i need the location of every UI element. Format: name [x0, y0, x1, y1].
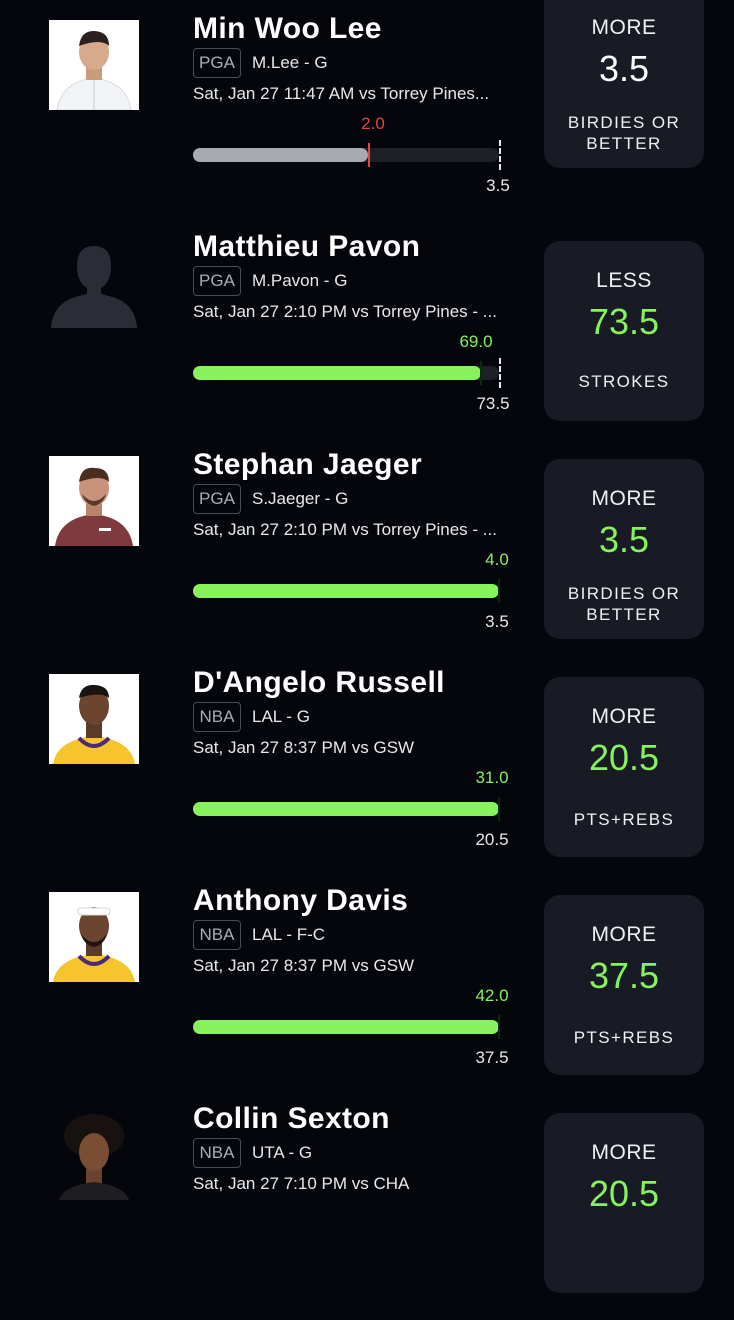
pick-line: 3.5	[598, 519, 650, 560]
progress-fill	[193, 366, 481, 380]
line-value: 37.5	[475, 1048, 509, 1067]
result-marker	[480, 361, 482, 385]
pick-line: 3.5	[598, 48, 650, 89]
pick-card[interactable]: MORE 3.5 BIRDIES OR BETTER	[544, 459, 704, 639]
pick-direction: MORE	[591, 923, 657, 946]
pick-stat: PTS+REBS	[573, 810, 675, 829]
pick-stat: STROKES	[578, 372, 670, 391]
line-value: 20.5	[475, 830, 509, 849]
team-position: LAL - G	[252, 707, 310, 726]
line-marker	[499, 358, 501, 388]
team-position: UTA - G	[252, 1143, 313, 1162]
result-value: 31.0	[475, 768, 509, 787]
game-info: Sat, Jan 27 2:10 PM vs Torrey Pines - ..…	[193, 520, 497, 539]
league-badge: PGA	[193, 48, 241, 78]
pick-stat: BIRDIES OR BETTER	[567, 113, 681, 153]
pick-row-matthieu-pavon[interactable]: Matthieu Pavon PGA M.Pavon - G Sat, Jan …	[0, 230, 734, 448]
league-badge: NBA	[193, 1138, 241, 1168]
pick-stat: BIRDIES OR BETTER	[567, 584, 681, 624]
result-marker	[368, 143, 370, 167]
progress-fill	[193, 1020, 499, 1034]
team-position: S.Jaeger - G	[252, 489, 349, 508]
pick-row-stephan-jaeger[interactable]: Stephan Jaeger PGA S.Jaeger - G Sat, Jan…	[0, 448, 734, 666]
game-info: Sat, Jan 27 11:47 AM vs Torrey Pines...	[193, 84, 490, 103]
pick-direction: MORE	[591, 1141, 657, 1164]
pick-row-min-woo-lee[interactable]: Min Woo Lee PGA M.Lee - G Sat, Jan 27 11…	[0, 0, 734, 230]
player-avatar	[49, 674, 139, 764]
result-marker	[498, 797, 500, 821]
player-avatar	[49, 1110, 139, 1200]
player-avatar	[49, 456, 139, 546]
line-value: 73.5	[476, 394, 510, 413]
pick-direction: MORE	[591, 487, 657, 510]
team-position: M.Lee - G	[252, 53, 328, 72]
line-value: 3.5	[486, 176, 510, 195]
progress-bar	[193, 148, 499, 162]
pick-row-dangelo-russell[interactable]: D'Angelo Russell NBA LAL - G Sat, Jan 27…	[0, 666, 734, 884]
line-value: 3.5	[485, 612, 509, 631]
game-info: Sat, Jan 27 2:10 PM vs Torrey Pines - ..…	[193, 302, 497, 321]
player-name: Collin Sexton	[193, 1102, 390, 1135]
player-name: Stephan Jaeger	[193, 448, 423, 481]
result-marker	[498, 1015, 500, 1039]
progress-bar	[193, 366, 499, 380]
game-info: Sat, Jan 27 8:37 PM vs GSW	[193, 956, 415, 975]
league-badge: PGA	[193, 484, 241, 514]
team-position: LAL - F-C	[252, 925, 326, 944]
pick-stat: PTS+REBS	[573, 1028, 675, 1047]
pick-line: 20.5	[588, 737, 660, 778]
pick-direction: MORE	[591, 16, 657, 39]
result-value: 2.0	[361, 114, 385, 133]
line-marker	[499, 140, 501, 170]
pick-line: 37.5	[588, 955, 660, 996]
result-value: 4.0	[485, 550, 509, 569]
progress-bar	[193, 584, 499, 598]
pick-line: 73.5	[588, 301, 660, 342]
progress-fill	[193, 148, 368, 162]
pick-line: 20.5	[588, 1173, 660, 1214]
pick-card[interactable]: MORE 3.5 BIRDIES OR BETTER	[544, 0, 704, 168]
progress-fill	[193, 802, 499, 816]
progress-bar	[193, 802, 499, 816]
pick-row-anthony-davis[interactable]: Anthony Davis NBA LAL - F-C Sat, Jan 27 …	[0, 884, 734, 1102]
result-marker	[498, 579, 500, 603]
pick-direction: MORE	[591, 705, 657, 728]
league-badge: PGA	[193, 266, 241, 296]
pick-card[interactable]: MORE 20.5 PTS+REBS	[544, 677, 704, 857]
result-value: 42.0	[475, 986, 509, 1005]
pick-card[interactable]: MORE 37.5 PTS+REBS	[544, 895, 704, 1075]
progress-fill	[193, 584, 499, 598]
league-badge: NBA	[193, 702, 241, 732]
silhouette-avatar-icon	[49, 238, 139, 328]
player-name: D'Angelo Russell	[193, 666, 445, 699]
pick-row-collin-sexton[interactable]: Collin Sexton NBA UTA - G Sat, Jan 27 7:…	[0, 1102, 734, 1320]
team-position: M.Pavon - G	[252, 271, 348, 290]
progress-bar	[193, 1020, 499, 1034]
pick-card[interactable]: LESS 73.5 STROKES	[544, 241, 704, 421]
player-avatar	[49, 20, 139, 110]
game-info: Sat, Jan 27 7:10 PM vs CHA	[193, 1174, 410, 1193]
result-value: 69.0	[459, 332, 493, 351]
player-avatar	[49, 892, 139, 982]
player-name: Anthony Davis	[193, 884, 409, 917]
player-name: Min Woo Lee	[193, 12, 382, 45]
pick-direction: LESS	[596, 269, 652, 292]
player-name: Matthieu Pavon	[193, 230, 421, 263]
pick-card[interactable]: MORE 20.5	[544, 1113, 704, 1293]
game-info: Sat, Jan 27 8:37 PM vs GSW	[193, 738, 415, 757]
league-badge: NBA	[193, 920, 241, 950]
